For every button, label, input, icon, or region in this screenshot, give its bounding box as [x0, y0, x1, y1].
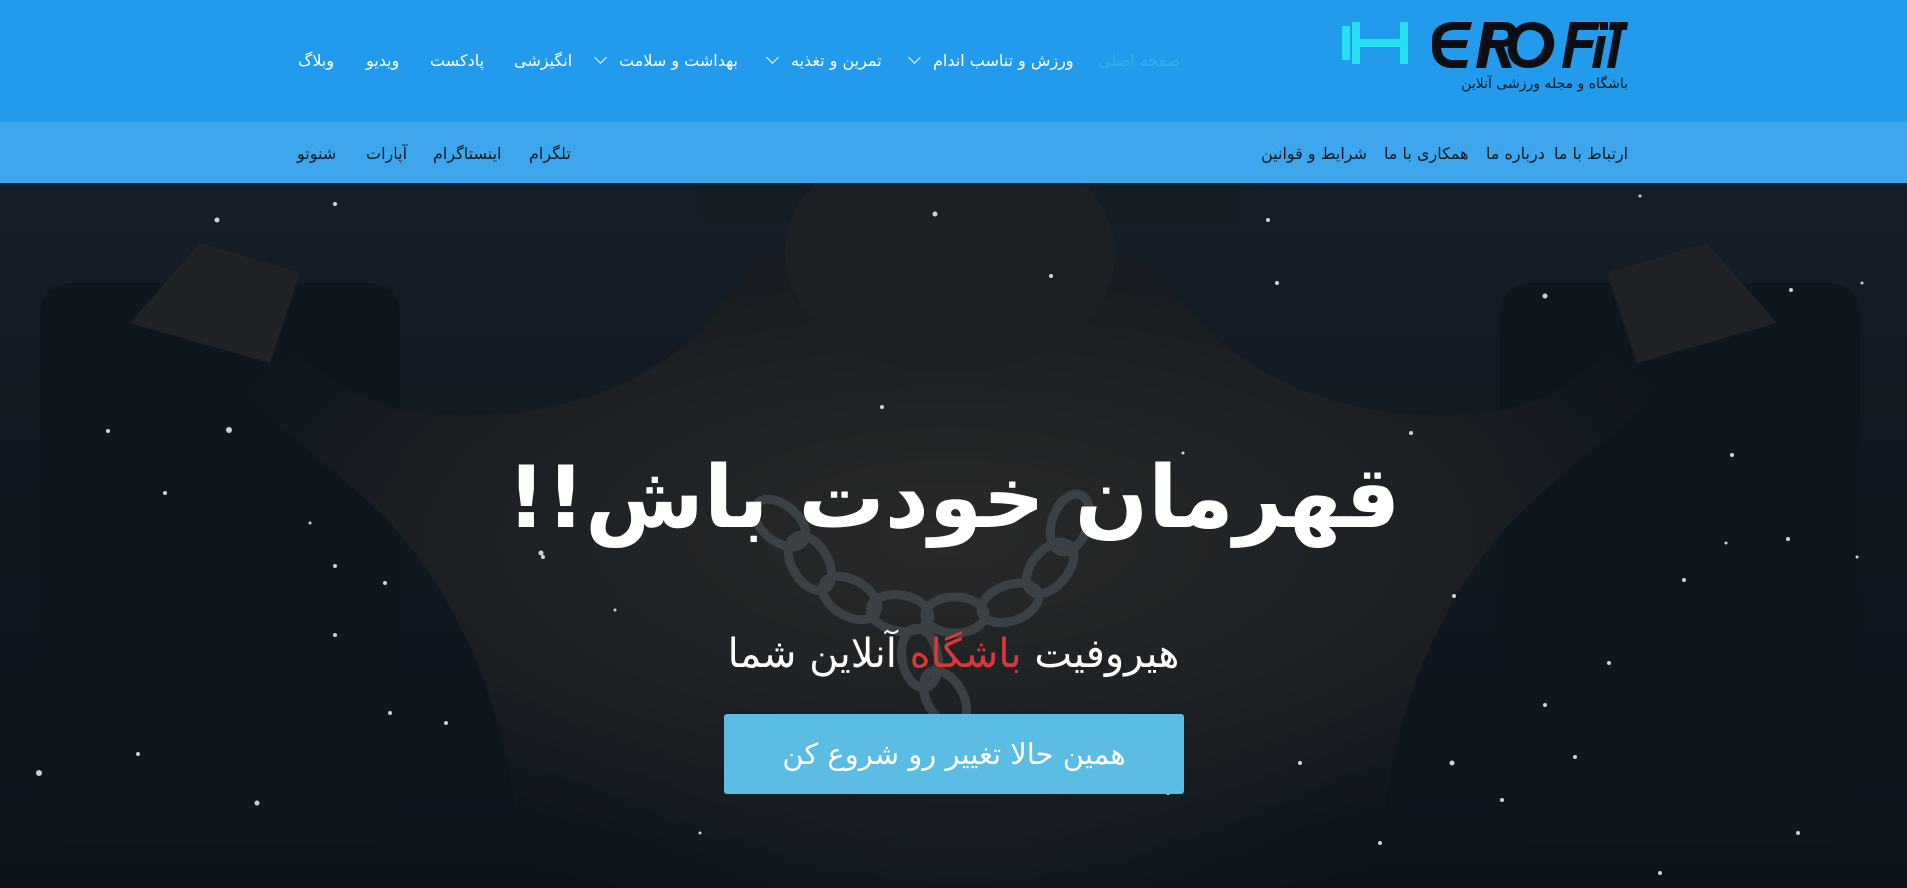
social-aparat[interactable]: آپارات: [366, 139, 407, 167]
hero-subtitle: هیروفیت باشگاه آنلاین شما: [0, 631, 1907, 677]
sub-terms[interactable]: شرایط و قوانین: [1261, 139, 1367, 167]
sub-about[interactable]: درباره ما: [1486, 139, 1545, 167]
nav-fitness[interactable]: ورزش و تناسب اندام: [908, 42, 1074, 78]
nav-blog[interactable]: وبلاگ: [298, 42, 334, 78]
herofit-logo-icon: [1342, 22, 1628, 68]
sub-contact[interactable]: ارتباط با ما: [1554, 139, 1628, 167]
sub-cooperation[interactable]: همکاری با ما: [1384, 139, 1469, 167]
logo-tagline: باشگاه و مجله ورزشی آنلاین: [1461, 76, 1628, 92]
hero-section: قهرمان خودت باش!! هیروفیت باشگاه آنلاین …: [0, 183, 1907, 888]
hero-title: قهرمان خودت باش!!: [506, 448, 1401, 548]
chevron-down-icon: [766, 51, 779, 64]
chevron-down-icon: [594, 51, 607, 64]
nav-fitness-label: ورزش و تناسب اندام: [933, 50, 1074, 70]
nav-video[interactable]: ویدیو: [366, 42, 399, 78]
social-shenoto[interactable]: شنوتو: [297, 139, 336, 167]
social-instagram[interactable]: اینستاگرام: [433, 139, 502, 167]
nav-podcast[interactable]: پادکست: [430, 42, 484, 78]
social-telegram[interactable]: تلگرام: [529, 139, 571, 167]
nav-home[interactable]: صفحه اصلی: [1098, 42, 1180, 78]
start-change-button[interactable]: همین حالا تغییر رو شروع کن: [724, 714, 1184, 794]
hero-subtitle-accent: باشگاه: [909, 631, 1022, 677]
hero-subtitle-part1: هیروفیت: [1034, 631, 1180, 677]
nav-health-label: بهداشت و سلامت: [619, 50, 738, 70]
main-nav: صفحه اصلی ورزش و تناسب اندام تمرین و تغذ…: [290, 42, 1190, 78]
nav-health[interactable]: بهداشت و سلامت: [594, 42, 738, 78]
site-logo[interactable]: باشگاه و مجله ورزشی آنلاین: [1342, 18, 1628, 98]
nav-training-label: تمرین و تغذیه: [791, 50, 882, 70]
chevron-down-icon: [908, 51, 921, 64]
hero-subtitle-part2: آنلاین شما: [727, 631, 897, 677]
nav-motivation[interactable]: انگیزشی: [514, 42, 572, 78]
nav-training[interactable]: تمرین و تغذیه: [766, 42, 882, 78]
